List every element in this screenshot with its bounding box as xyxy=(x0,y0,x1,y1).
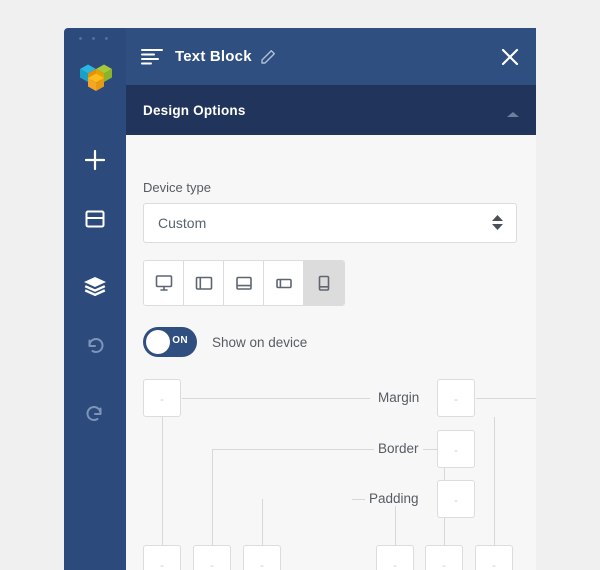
device-mobile-portrait[interactable] xyxy=(304,261,344,305)
updown-arrows-icon xyxy=(492,215,503,230)
text-block-icon xyxy=(141,48,163,66)
connector-line xyxy=(162,417,163,545)
input-placeholder: - xyxy=(393,558,397,570)
templates-button[interactable] xyxy=(64,199,126,239)
input-placeholder: - xyxy=(454,493,458,507)
padding-input-top[interactable]: - xyxy=(437,480,475,518)
undo-button[interactable] xyxy=(64,325,126,365)
input-placeholder: - xyxy=(442,558,446,570)
left-sidebar: • • • xyxy=(64,28,126,570)
mobile-portrait-icon xyxy=(318,275,330,291)
device-tablet-landscape[interactable] xyxy=(184,261,224,305)
element-settings-panel: Text Block Design Options Device type Cu… xyxy=(126,28,536,570)
redo-button[interactable] xyxy=(64,393,126,433)
toggle-knob xyxy=(146,330,170,354)
toggle-state-label: ON xyxy=(172,335,188,346)
panel-header: Text Block xyxy=(126,28,536,85)
device-tablet-portrait[interactable] xyxy=(224,261,264,305)
panel-title: Text Block xyxy=(175,48,252,65)
sidebar-drag-handle[interactable]: • • • xyxy=(64,34,126,45)
app-root: • • • Text Block Design Options Device t… xyxy=(0,0,600,570)
plus-icon xyxy=(84,149,106,171)
layout-template-icon xyxy=(85,210,105,228)
connector-line xyxy=(212,449,352,450)
input-placeholder: - xyxy=(160,392,164,406)
show-on-device-label: Show on device xyxy=(212,334,308,350)
device-desktop[interactable] xyxy=(144,261,184,305)
connector-line xyxy=(262,499,263,545)
input-placeholder: - xyxy=(160,558,164,570)
margin-input-top[interactable]: - xyxy=(437,379,475,417)
input-placeholder: - xyxy=(492,558,496,570)
box-input-d[interactable]: - xyxy=(376,545,414,570)
border-input-top[interactable]: - xyxy=(437,430,475,468)
device-type-select[interactable]: Custom xyxy=(143,203,517,243)
show-on-device-row: ON Show on device xyxy=(143,327,307,357)
connector-line xyxy=(182,398,370,399)
input-placeholder: - xyxy=(454,443,458,457)
design-options-section-header[interactable]: Design Options xyxy=(126,85,536,135)
border-label: Border xyxy=(374,441,423,456)
close-icon[interactable] xyxy=(498,45,522,69)
desktop-icon xyxy=(155,275,172,291)
input-placeholder: - xyxy=(260,558,264,570)
box-input-c[interactable]: - xyxy=(243,545,281,570)
box-input-e[interactable]: - xyxy=(425,545,463,570)
section-title: Design Options xyxy=(143,102,246,118)
mobile-landscape-icon xyxy=(275,278,292,289)
input-placeholder: - xyxy=(210,558,214,570)
box-input-f[interactable]: - xyxy=(475,545,513,570)
box-model-diagram: - Margin - Radius - Border - Padding xyxy=(126,367,536,570)
chevron-up-icon[interactable] xyxy=(506,106,520,124)
panel-body: Device type Custom ON Show on device - M… xyxy=(126,135,536,570)
tablet-portrait-icon xyxy=(235,276,252,290)
box-input-b[interactable]: - xyxy=(193,545,231,570)
connector-line xyxy=(212,449,213,545)
layers-icon xyxy=(84,277,106,297)
margin-label: Margin xyxy=(374,390,424,405)
pencil-icon[interactable] xyxy=(260,49,276,65)
add-element-button[interactable] xyxy=(64,140,126,180)
device-mobile-landscape[interactable] xyxy=(264,261,304,305)
margin-input-left[interactable]: - xyxy=(143,379,181,417)
connector-line xyxy=(476,398,536,399)
show-on-device-toggle[interactable]: ON xyxy=(143,327,197,357)
device-toggle-group xyxy=(143,260,345,306)
box-input-a[interactable]: - xyxy=(143,545,181,570)
device-type-label: Device type xyxy=(143,180,211,195)
input-placeholder: - xyxy=(454,392,458,406)
connector-line xyxy=(494,417,495,545)
layers-button[interactable] xyxy=(64,266,126,306)
tablet-landscape-icon xyxy=(195,276,212,290)
redo-icon xyxy=(86,406,102,422)
undo-icon xyxy=(88,338,104,354)
visual-composer-logo[interactable] xyxy=(79,60,113,92)
device-type-selected-value: Custom xyxy=(158,215,207,231)
padding-label: Padding xyxy=(365,491,423,506)
